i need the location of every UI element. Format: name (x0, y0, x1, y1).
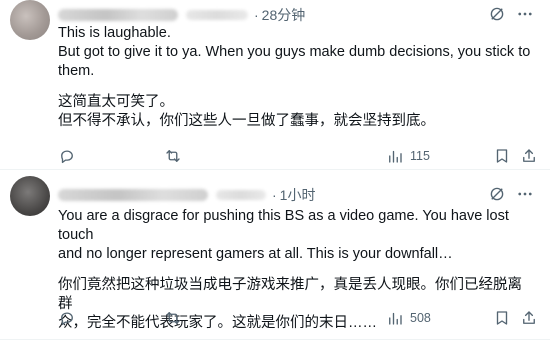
share-icon (523, 149, 535, 162)
share-icon (523, 311, 535, 324)
text-line: and no longer represent gamers at all. T… (58, 246, 453, 262)
post-2[interactable]: · 1小时 You are a disgrace for pushing thi… (0, 170, 550, 340)
repost-button[interactable] (164, 147, 182, 165)
share-button[interactable] (520, 147, 538, 165)
repost-button[interactable] (164, 309, 182, 327)
translation-line: 但不得不承认，你们这些人一旦做了蠢事，就会坚持到底。 (58, 113, 435, 129)
post-time[interactable]: 28分钟 (262, 5, 306, 25)
bookmark-button[interactable] (493, 309, 511, 327)
more-icon[interactable] (516, 185, 534, 203)
display-name-redacted[interactable] (58, 9, 178, 21)
post-header: · 28分钟 (58, 5, 540, 25)
bookmark-button[interactable] (493, 147, 511, 165)
views-icon (389, 312, 402, 325)
bookmark-icon (496, 311, 508, 325)
repost-icon (166, 312, 180, 324)
separator-dot: · (254, 7, 259, 23)
handle-redacted[interactable] (186, 10, 248, 20)
action-bar: 115 (58, 146, 538, 166)
more-icon[interactable] (516, 5, 534, 23)
display-name-redacted[interactable] (58, 189, 208, 201)
reply-button[interactable] (58, 309, 76, 327)
avatar[interactable] (10, 0, 50, 40)
post-text: This is laughable. But got to give it to… (58, 24, 536, 131)
avatar[interactable] (10, 176, 50, 216)
repost-icon (166, 150, 180, 162)
separator-dot: · (272, 187, 277, 203)
grok-icon[interactable] (488, 185, 506, 203)
reply-icon (61, 312, 73, 326)
text-line: You are a disgrace for pushing this BS a… (58, 208, 509, 243)
text-line: them. (58, 63, 95, 79)
views-icon (389, 150, 402, 163)
share-button[interactable] (520, 309, 538, 327)
views-button[interactable]: 115 (386, 147, 430, 165)
post-time[interactable]: 1小时 (280, 185, 316, 205)
handle-redacted[interactable] (216, 190, 266, 200)
post-header: · 1小时 (58, 185, 540, 205)
grok-icon[interactable] (488, 5, 506, 23)
text-line: But got to give it to ya. When you guys … (58, 44, 531, 60)
reply-button[interactable] (58, 147, 76, 165)
translation-line: 这简直太可笑了。 (58, 94, 174, 110)
bookmark-icon (496, 149, 508, 163)
views-button[interactable]: 508 (386, 309, 431, 327)
reply-icon (61, 150, 73, 164)
post-1[interactable]: · 28分钟 This is laughable. But got to giv… (0, 0, 550, 170)
view-count: 508 (410, 311, 431, 325)
text-line: This is laughable. (58, 25, 171, 41)
action-bar: 508 (58, 308, 538, 328)
view-count: 115 (410, 149, 430, 163)
